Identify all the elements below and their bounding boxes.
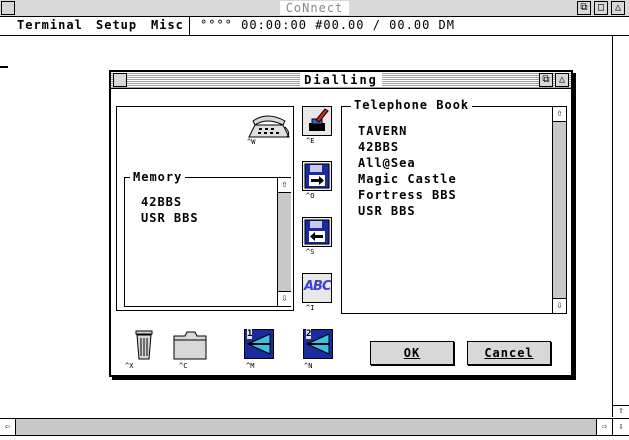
- collapse-icon[interactable]: △: [611, 1, 625, 15]
- terminal-cursor: [0, 66, 8, 68]
- save-button[interactable]: [302, 217, 332, 247]
- scroll-up-icon[interactable]: ⇧: [612, 405, 629, 417]
- scroll-down-icon[interactable]: ⇩: [612, 419, 629, 435]
- menu-misc[interactable]: Misc: [151, 18, 184, 32]
- cancel-button[interactable]: Cancel: [467, 341, 551, 365]
- main-vertical-scrollbar[interactable]: [612, 36, 629, 408]
- phone-icon[interactable]: [247, 111, 291, 139]
- dialog-title-bar[interactable]: Dialling ⧉ △: [111, 72, 571, 89]
- scroll-left-icon[interactable]: ⇦: [0, 419, 16, 435]
- phonebook-scroll-down-icon[interactable]: ⇩: [553, 298, 566, 313]
- dialog-title: Dialling: [300, 73, 382, 87]
- memory-list[interactable]: 42BBS USR BBS ⇧ ⇩: [124, 177, 291, 307]
- disk-save-icon: [304, 219, 330, 245]
- pen-icon: [309, 108, 329, 131]
- load-button[interactable]: [302, 161, 332, 191]
- menu-setup[interactable]: Setup: [96, 18, 137, 32]
- dialling-dialog: Dialling ⧉ △ ^W 42BBS USR BBS ⇧ ⇩ Memory…: [109, 70, 573, 377]
- menu-bar: Terminal Setup Misc °°°° 00:00:00 #00.00…: [0, 17, 629, 36]
- phonebook-item[interactable]: USR BBS: [358, 203, 457, 219]
- modem2-shortcut: ^N: [304, 362, 313, 370]
- dialog-close-icon[interactable]: [113, 73, 127, 87]
- phonebook-item[interactable]: Fortress BBS: [358, 187, 457, 203]
- font-icon: ABC: [304, 279, 331, 294]
- trash-icon[interactable]: [133, 330, 155, 360]
- iconify-icon[interactable]: ⧉: [577, 1, 591, 15]
- edit-shortcut: ^E: [306, 137, 315, 145]
- font-button[interactable]: ABC: [302, 273, 332, 303]
- phonebook-scrollbar[interactable]: ⇧ ⇩: [552, 107, 566, 313]
- memory-scroll-down-icon[interactable]: ⇩: [278, 291, 291, 306]
- left-panel: ^W 42BBS USR BBS ⇧ ⇩ Memory: [116, 106, 294, 311]
- main-horizontal-scrollbar[interactable]: [0, 419, 612, 435]
- cancel-label: Cancel: [484, 346, 534, 360]
- ok-button[interactable]: OK: [370, 341, 454, 365]
- window-title: CoNnect: [279, 1, 350, 15]
- modem1-shortcut: ^M: [246, 362, 255, 370]
- scroll-right-icon[interactable]: ⇨: [596, 419, 612, 435]
- font-shortcut: ^I: [306, 304, 315, 312]
- dialog-collapse-icon[interactable]: △: [555, 73, 569, 87]
- modem2-button[interactable]: 2: [303, 329, 333, 359]
- phonebook-scroll-up-icon[interactable]: ⇧: [553, 107, 566, 122]
- phonebook-item[interactable]: All@Sea: [358, 155, 457, 171]
- dialog-iconify-icon[interactable]: ⧉: [539, 73, 553, 87]
- modem1-number: 1: [247, 329, 253, 339]
- load-shortcut: ^O: [306, 192, 315, 200]
- window-title-bar[interactable]: CoNnect ⧉ □ △: [0, 0, 629, 17]
- disk-load-icon: [304, 163, 330, 189]
- memory-scrollbar[interactable]: ⇧ ⇩: [277, 178, 291, 306]
- phonebook-item[interactable]: TAVERN: [358, 123, 457, 139]
- telephone-book-list[interactable]: TAVERN 42BBS All@Sea Magic Castle Fortre…: [341, 106, 567, 314]
- telephone-book-label: Telephone Book: [351, 98, 473, 112]
- phonebook-item[interactable]: Magic Castle: [358, 171, 457, 187]
- edit-button[interactable]: [302, 106, 332, 136]
- phone-shortcut: ^W: [247, 138, 256, 146]
- trash-shortcut: ^X: [125, 362, 134, 370]
- status-readout: °°°° 00:00:00 #00.00 / 00.00 DM: [200, 18, 455, 32]
- menu-separator: [189, 17, 190, 35]
- menu-terminal[interactable]: Terminal: [17, 18, 83, 32]
- fuller-icon[interactable]: □: [594, 1, 608, 15]
- phonebook-item[interactable]: 42BBS: [358, 139, 457, 155]
- modem1-button[interactable]: 1: [244, 329, 274, 359]
- save-shortcut: ^S: [306, 248, 315, 256]
- memory-scroll-up-icon[interactable]: ⇧: [278, 178, 291, 193]
- memory-label: Memory: [130, 170, 186, 184]
- memory-item[interactable]: USR BBS: [141, 210, 199, 226]
- clipboard-shortcut: ^C: [179, 362, 188, 370]
- memory-item[interactable]: 42BBS: [141, 194, 199, 210]
- modem2-number: 2: [306, 329, 312, 339]
- ok-label: OK: [403, 346, 421, 360]
- clipboard-icon[interactable]: [173, 330, 207, 360]
